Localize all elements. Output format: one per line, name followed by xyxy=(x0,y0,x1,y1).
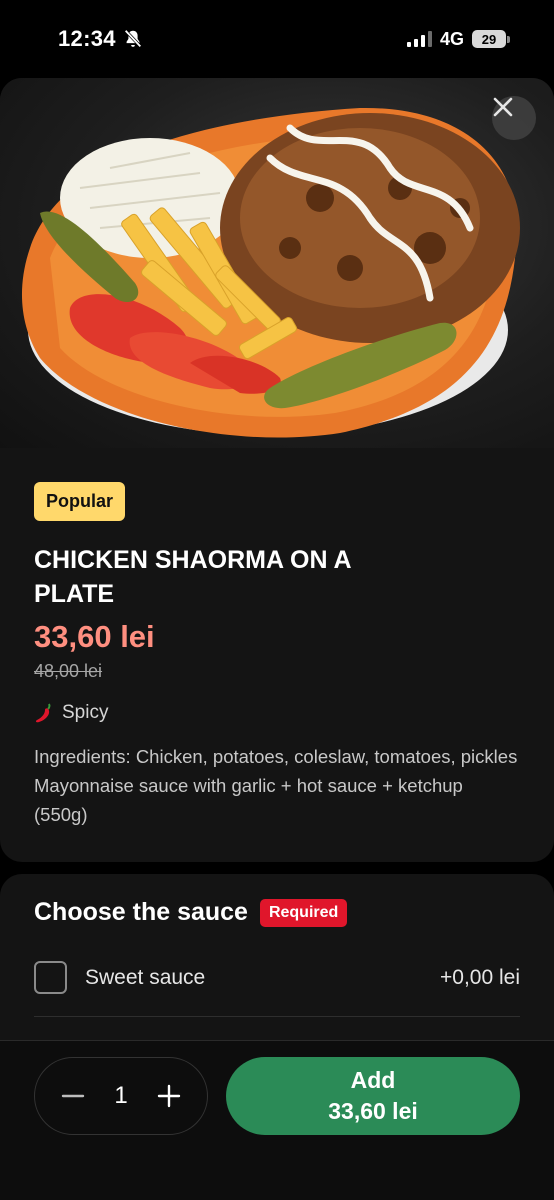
plus-icon xyxy=(157,1084,181,1108)
product-card: Popular CHICKEN SHAORMA ON A PLATE 33,60… xyxy=(0,78,554,862)
status-left: 12:34 xyxy=(58,26,144,52)
quantity-value: 1 xyxy=(114,1082,128,1109)
increase-button[interactable] xyxy=(155,1082,183,1110)
quantity-stepper: 1 xyxy=(34,1057,208,1135)
product-old-price: 48,00 lei xyxy=(34,661,103,681)
food-illustration xyxy=(21,107,520,438)
screen: 12:34 4G 29 Popular CHICKEN SHAORMA ON A… xyxy=(0,0,554,1200)
spicy-tag: Spicy xyxy=(34,702,520,724)
product-price: 33,60 lei xyxy=(34,619,155,654)
sauce-option-sweet[interactable]: Sweet sauce +0,00 lei xyxy=(34,961,520,1017)
popular-badge: Popular xyxy=(34,482,126,521)
add-button-label: Add xyxy=(350,1067,396,1093)
chili-pepper-icon xyxy=(35,703,51,723)
option-label: Sweet sauce xyxy=(85,965,206,989)
product-ingredients: Ingredients: Chicken, potatoes, coleslaw… xyxy=(34,746,518,825)
status-right: 4G 29 xyxy=(406,28,510,50)
sweet-sauce-checkbox[interactable] xyxy=(34,961,67,994)
bell-off-icon xyxy=(124,29,142,48)
status-bar: 12:34 4G 29 xyxy=(0,0,554,78)
battery-level: 29 xyxy=(472,30,506,48)
close-button[interactable] xyxy=(492,96,536,140)
sauce-title: Choose the sauce xyxy=(34,898,248,926)
add-button-price: 33,60 lei xyxy=(328,1098,418,1124)
sauce-header: Choose the sauce Required xyxy=(34,898,520,927)
network-type: 4G xyxy=(439,28,464,49)
close-icon xyxy=(493,97,513,117)
battery-icon: 29 xyxy=(472,30,510,48)
decrease-button[interactable] xyxy=(59,1082,87,1110)
required-badge: Required xyxy=(259,898,348,927)
signal-icon xyxy=(406,31,432,47)
minus-icon xyxy=(61,1094,85,1098)
product-title: CHICKEN SHAORMA ON A PLATE xyxy=(34,546,351,608)
option-left: Sweet sauce xyxy=(34,961,205,994)
product-photo xyxy=(0,78,554,448)
status-time: 12:34 xyxy=(58,26,116,51)
product-info: Popular CHICKEN SHAORMA ON A PLATE 33,60… xyxy=(0,448,554,829)
bottom-action-bar: 1 Add 33,60 lei xyxy=(0,1040,554,1200)
option-price: +0,00 lei xyxy=(440,965,520,989)
add-to-cart-button[interactable]: Add 33,60 lei xyxy=(226,1057,520,1135)
spicy-tag-label: Spicy xyxy=(62,702,109,723)
